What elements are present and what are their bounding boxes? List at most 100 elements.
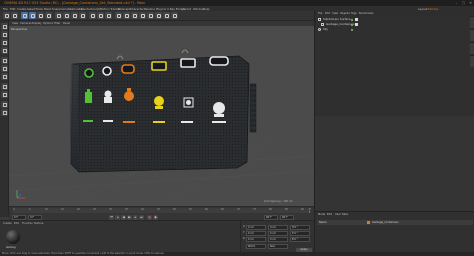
- vp-menu-display[interactable]: Display: [32, 22, 42, 25]
- garbage-container-set[interactable]: [70, 55, 257, 173]
- previous-key-button[interactable]: ◂: [115, 214, 120, 220]
- vp-menu-cameras[interactable]: Cameras: [20, 22, 32, 25]
- scale-tool-button[interactable]: [37, 12, 44, 19]
- bend-button[interactable]: [147, 12, 154, 19]
- om-menu-view[interactable]: View: [332, 12, 338, 15]
- workplane-button[interactable]: [1, 47, 8, 54]
- position-x-field[interactable]: 0 cm: [246, 225, 266, 230]
- points-mode-button[interactable]: [1, 57, 8, 64]
- timeline-tick: 20: [77, 208, 81, 211]
- om-menu-bookmarks[interactable]: Bookmarks: [359, 12, 374, 15]
- om-menu-edit[interactable]: Edit: [325, 12, 330, 15]
- z-axis-button[interactable]: [71, 12, 78, 19]
- position-y-field[interactable]: 0 cm: [246, 231, 266, 236]
- record-button[interactable]: ●: [147, 214, 152, 220]
- position-z-field[interactable]: 0 cm: [246, 237, 266, 242]
- visibility-dot[interactable]: [351, 23, 353, 26]
- next-key-button[interactable]: ▸: [133, 214, 138, 220]
- content-browser-tab[interactable]: [470, 29, 474, 41]
- om-menu-objects[interactable]: Objects: [340, 12, 350, 15]
- play-backwards-button[interactable]: ◀: [121, 214, 126, 220]
- play-forwards-button[interactable]: ▶: [127, 214, 132, 220]
- enable-check[interactable]: [355, 18, 358, 21]
- size-z-field[interactable]: 0 cm: [268, 237, 288, 242]
- size-mode-select[interactable]: Size: [268, 244, 288, 249]
- layers-tab[interactable]: [470, 55, 474, 67]
- rotation-h-field[interactable]: H 0 °: [290, 225, 310, 230]
- polygons-mode-button[interactable]: [1, 73, 8, 80]
- camera-button[interactable]: [163, 12, 170, 19]
- render-view-button[interactable]: [89, 12, 96, 19]
- rotation-b-field[interactable]: B 0 °: [290, 237, 310, 242]
- render-picture-viewer-button[interactable]: [97, 12, 104, 19]
- axis-mode-button[interactable]: [1, 83, 8, 90]
- size-y-field[interactable]: 0 cm: [268, 231, 288, 236]
- redo-icon: [12, 13, 17, 18]
- autokey-button[interactable]: ◉: [153, 214, 158, 220]
- render-settings-button[interactable]: [105, 12, 112, 19]
- visibility-dot[interactable]: [351, 28, 353, 31]
- end-frame-field[interactable]: 90 F: [280, 214, 294, 220]
- pen-button[interactable]: [123, 12, 130, 19]
- material-preview-ball[interactable]: [6, 230, 20, 244]
- axis-gizmo: [16, 190, 25, 199]
- move-tool-button[interactable]: [29, 12, 36, 19]
- vp-menu-options[interactable]: Options: [43, 22, 53, 25]
- vp-menu-view[interactable]: View: [12, 22, 18, 25]
- om-menu-file[interactable]: File: [318, 12, 322, 15]
- x-axis-button[interactable]: [55, 12, 62, 19]
- go-to-end-button[interactable]: ⏭: [139, 214, 144, 220]
- minimize-button[interactable]: –: [454, 1, 459, 5]
- attr-menu-edit[interactable]: Edit: [327, 213, 332, 216]
- maximize-button[interactable]: □: [461, 1, 466, 5]
- viewport-camera-label[interactable]: Perspective: [11, 27, 27, 31]
- om-menu-tags[interactable]: Tags: [351, 12, 357, 15]
- subdivision-button[interactable]: [131, 12, 138, 19]
- coordinate-mode-select[interactable]: World: [246, 244, 266, 249]
- preview-end-field[interactable]: 90 F: [264, 214, 278, 220]
- light-button[interactable]: [171, 12, 178, 19]
- undo-button[interactable]: [3, 12, 10, 19]
- floor-button[interactable]: [155, 12, 162, 19]
- enable-check[interactable]: [355, 23, 358, 26]
- rotation-p-field[interactable]: P 0 °: [290, 231, 310, 236]
- vp-menu-panel[interactable]: Panel: [63, 22, 70, 25]
- cube-button[interactable]: [115, 12, 122, 19]
- edges-mode-button[interactable]: [1, 65, 8, 72]
- start-frame-field[interactable]: 0 F: [12, 214, 26, 220]
- polygon-object-icon: [321, 23, 324, 26]
- tweak-mode-button[interactable]: [1, 91, 8, 98]
- attr-menu-mode[interactable]: Mode: [318, 213, 325, 216]
- array-button[interactable]: [139, 12, 146, 19]
- go-to-start-button[interactable]: ⏮: [109, 214, 114, 220]
- close-button[interactable]: ✕: [468, 1, 473, 5]
- objects-tab[interactable]: [470, 16, 474, 28]
- coord-row-x: X 0 cm 0 cm H 0 °: [243, 225, 313, 230]
- vp-menu-filter[interactable]: Filter: [54, 22, 60, 25]
- make-editable-button[interactable]: [1, 23, 8, 30]
- visibility-dot[interactable]: [351, 18, 353, 21]
- live-selection-button[interactable]: [21, 12, 28, 19]
- texture-mode-button[interactable]: [1, 39, 8, 46]
- lock-workplane-button[interactable]: [1, 109, 8, 116]
- material-name[interactable]: Garbag: [6, 246, 16, 249]
- mat-menu-texture[interactable]: Texture: [34, 222, 44, 225]
- layer-color-swatch: [367, 221, 370, 224]
- perspective-viewport[interactable]: Perspective Grid Spacing : 100 cm: [9, 26, 314, 206]
- mat-menu-edit[interactable]: Edit: [14, 222, 19, 225]
- model-mode-button[interactable]: [1, 31, 8, 38]
- redo-button[interactable]: [11, 12, 18, 19]
- mat-menu-create[interactable]: Create: [3, 222, 12, 225]
- timeline-ruler[interactable]: 0 5 10 15 20 25 30 35 40 45 50 55 60 65 …: [13, 208, 311, 214]
- preview-start-field[interactable]: 0 F: [28, 214, 42, 220]
- coordinate-system-button[interactable]: [79, 12, 86, 19]
- snapping-button[interactable]: [1, 101, 8, 108]
- object-row-sky[interactable]: Sky: [315, 27, 474, 32]
- y-axis-button[interactable]: [63, 12, 70, 19]
- structure-tab[interactable]: [470, 42, 474, 54]
- mat-menu-function[interactable]: Function: [22, 222, 33, 225]
- size-x-field[interactable]: 0 cm: [268, 225, 288, 230]
- layer-row[interactable]: Name Garbage_Containers: [317, 220, 473, 225]
- rotate-tool-button[interactable]: [45, 12, 52, 19]
- attr-menu-user-data[interactable]: User Data: [335, 213, 348, 216]
